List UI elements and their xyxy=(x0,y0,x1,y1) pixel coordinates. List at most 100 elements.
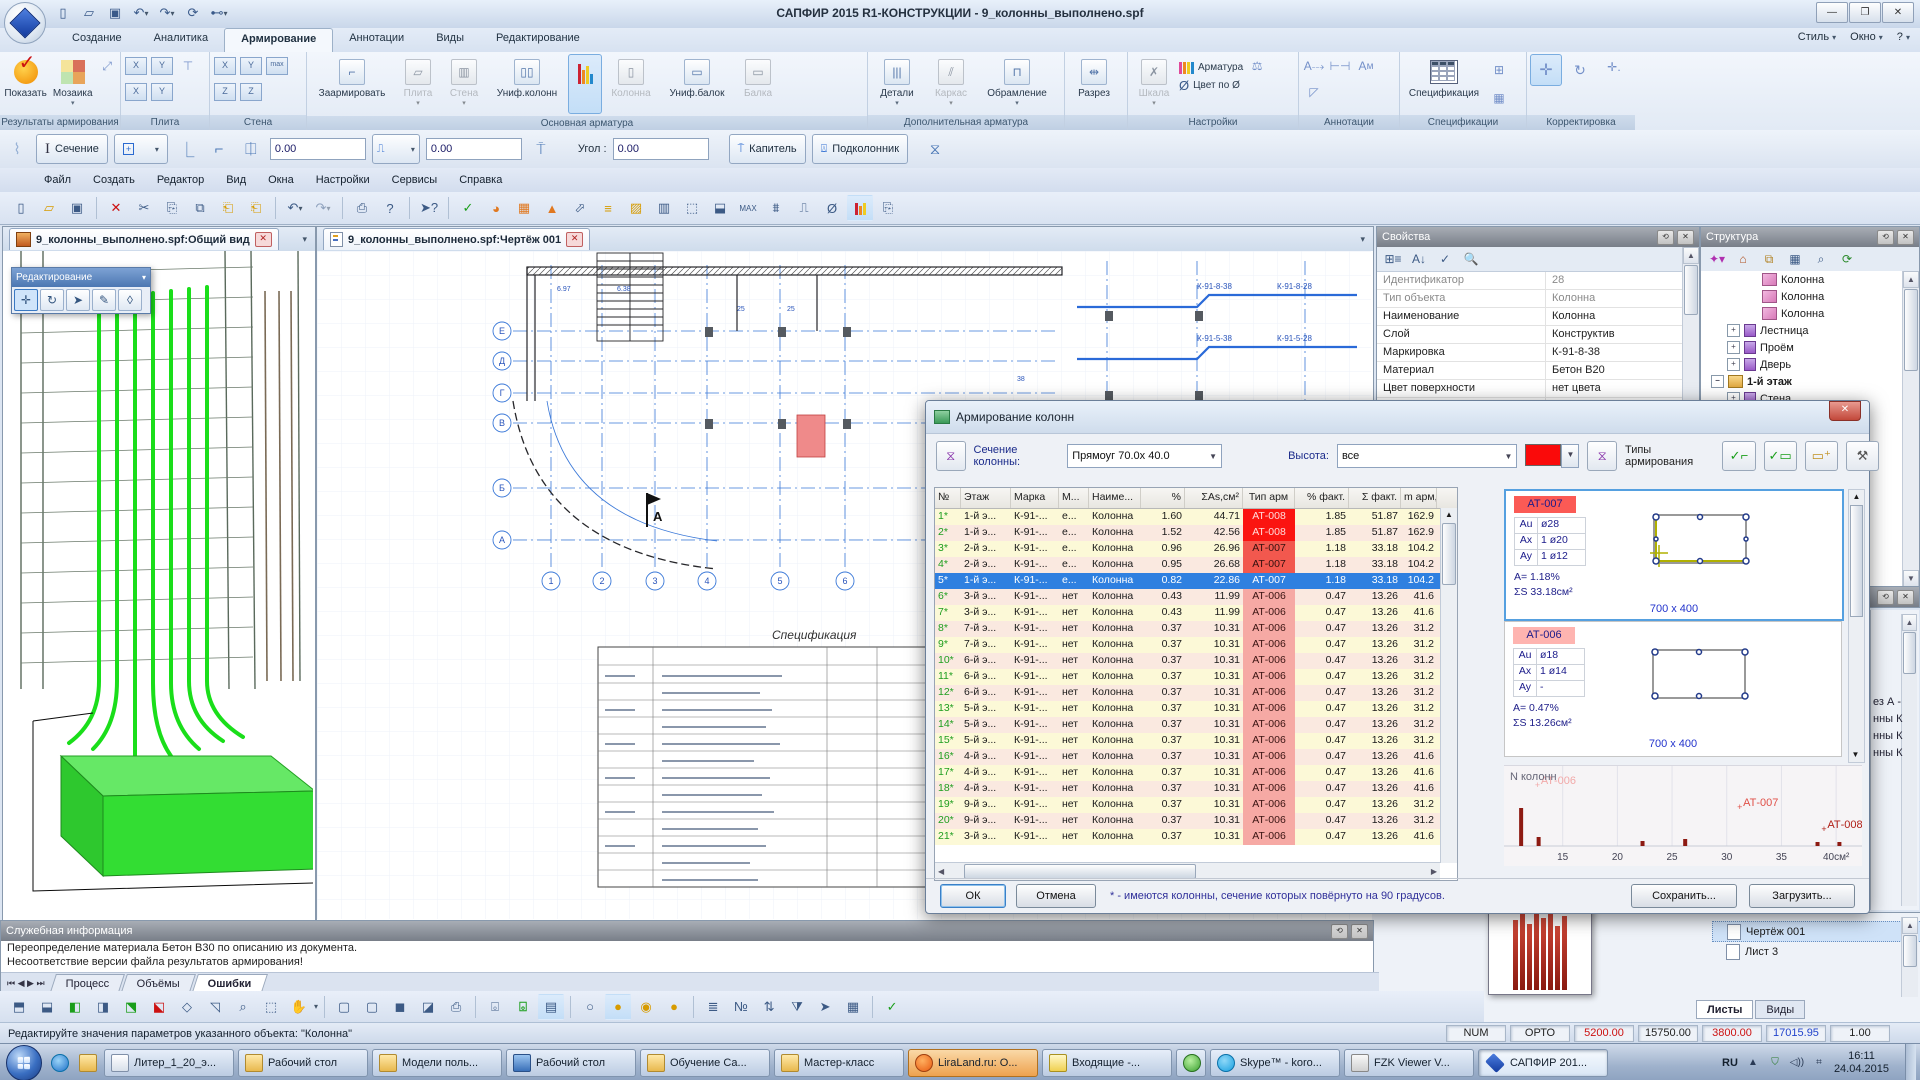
list-icon[interactable]: ≡ xyxy=(595,195,621,221)
property-row[interactable]: Слой Конструктив xyxy=(1377,326,1699,344)
table-row[interactable]: 15*5-й э... К-91-...нет Колонна0.37 10.3… xyxy=(935,733,1457,749)
view-bottom-icon[interactable]: ⬕ xyxy=(146,994,172,1020)
view-3d-tab[interactable]: 9_колонны_выполнено.spf:Общий вид ✕ xyxy=(9,228,279,250)
sheets-scrollbar[interactable]: ▲ xyxy=(1901,917,1918,997)
status-cell[interactable]: 15750.00 xyxy=(1638,1025,1698,1042)
slab-x2-icon[interactable]: X xyxy=(124,80,148,104)
dots-area-icon[interactable]: ⬚ xyxy=(679,195,705,221)
table-row[interactable]: 16*4-й э... К-91-...нет Колонна0.37 10.3… xyxy=(935,749,1457,765)
open-doc-icon[interactable]: ▱ xyxy=(36,195,62,221)
filter-diamond-icon[interactable]: ✦▾ xyxy=(1707,250,1727,268)
close-button[interactable]: ✕ xyxy=(1882,2,1914,23)
ribbon-tab[interactable]: Виды xyxy=(420,28,480,52)
status-cell[interactable]: 17015.95 xyxy=(1766,1025,1826,1042)
table-row[interactable]: 5*1-й э... К-91-...е... Колонна0.82 22.8… xyxy=(935,573,1457,589)
capital-button[interactable]: ⍑Капитель xyxy=(729,134,806,164)
dialog-close-button[interactable]: ✕ xyxy=(1829,401,1861,421)
view-left-icon[interactable]: ◧ xyxy=(62,994,88,1020)
sheet-2-icon[interactable]: ⎘ xyxy=(875,195,901,221)
ribbon-menu-item[interactable]: Окно ▾ xyxy=(1850,31,1883,43)
sheet-item[interactable]: Чертёж 001 xyxy=(1712,921,1920,942)
add-type-button[interactable]: ▭⁺ xyxy=(1805,441,1838,471)
balance-icon[interactable]: ⚖ xyxy=(1245,54,1269,78)
corner-turn-icon[interactable]: ⌐ xyxy=(206,135,232,163)
property-row[interactable]: Материал Бетон В20 xyxy=(1377,362,1699,380)
ribbon-tab[interactable]: Редактирование xyxy=(480,28,596,52)
taskbar-button[interactable]: Входящие -... xyxy=(1042,1049,1172,1077)
language-indicator[interactable]: RU xyxy=(1722,1057,1738,1069)
apply-type-button[interactable]: ✓▭ xyxy=(1764,441,1797,471)
slab-x-icon[interactable]: X xyxy=(124,54,148,78)
palette-pin-icon[interactable]: ▾ xyxy=(142,273,146,282)
unified-columns-button[interactable]: ▯▯Униф.колонн xyxy=(488,54,566,112)
structure-scrollbar[interactable]: ▲ ▼ xyxy=(1902,271,1919,587)
ok-button[interactable]: ОК xyxy=(940,884,1006,908)
move-node-button[interactable]: ✛. xyxy=(1598,54,1630,80)
view-front-icon[interactable]: ⬒ xyxy=(6,994,32,1020)
volume-icon[interactable]: ◁)) xyxy=(1790,1056,1804,1070)
type-settings-button[interactable]: ⚒ xyxy=(1846,441,1879,471)
tree-item[interactable]: − 1-й этаж xyxy=(1701,373,1903,390)
sheet-grid-icon[interactable]: ▦ xyxy=(1487,86,1511,110)
views-scrollbar[interactable]: ▲ xyxy=(1901,614,1917,906)
wall-grid-icon[interactable]: ▥ xyxy=(651,195,677,221)
start-button[interactable] xyxy=(6,1045,42,1080)
view-item-fragment[interactable]: ез А - xyxy=(1873,696,1903,713)
load-button[interactable]: Загрузить... xyxy=(1749,884,1855,908)
menu-item[interactable]: Создать xyxy=(83,171,145,189)
table-row[interactable]: 18*4-й э... К-91-...нет Колонна0.37 10.3… xyxy=(935,781,1457,797)
section-cut-button[interactable]: ⇹Разрез xyxy=(1068,54,1120,112)
section-tool-icon[interactable]: ⌇ xyxy=(4,135,30,163)
sheets-tab[interactable]: Листы xyxy=(1696,1000,1753,1019)
bulb-single-icon[interactable]: ● xyxy=(661,994,687,1020)
mosaic-button[interactable]: Мозаика▾ xyxy=(50,54,95,112)
sheet-item[interactable]: Лист 3 xyxy=(1712,942,1920,961)
status-cell[interactable]: 3800.00 xyxy=(1702,1025,1762,1042)
tab-close-icon[interactable]: ✕ xyxy=(255,232,272,247)
check-types-button[interactable]: ✓⌐ xyxy=(1722,441,1755,471)
slab-reinforce-button[interactable]: ▱Плита▾ xyxy=(396,54,440,112)
capital-icon[interactable]: ⊤ xyxy=(176,54,200,78)
sheet-icon[interactable]: ⬓ xyxy=(707,195,733,221)
offset-field-1[interactable]: 0.00 xyxy=(270,138,366,160)
display-render-icon[interactable]: ◪ xyxy=(415,994,441,1020)
service-tab[interactable]: Объёмы xyxy=(121,974,196,992)
table-row[interactable]: 21*3-й э... К-91-...нет Колонна0.37 10.3… xyxy=(935,829,1457,845)
insert-mode-combo[interactable]: +▾ xyxy=(114,134,168,164)
app-menu-button[interactable] xyxy=(4,2,46,44)
menu-item[interactable]: Вид xyxy=(216,171,256,189)
property-row[interactable]: Наименование Колонна xyxy=(1377,308,1699,326)
show-desktop-button[interactable] xyxy=(1905,1044,1916,1080)
column-bars-toggle[interactable] xyxy=(568,54,602,114)
tab-list-chevron-icon[interactable]: ▾ xyxy=(1360,234,1365,245)
view-3d-canvas[interactable] xyxy=(3,251,315,921)
funnel-icon[interactable]: ⧖ xyxy=(922,135,948,163)
bulb-on-icon[interactable]: ● xyxy=(605,994,631,1020)
table-row[interactable]: 7*3-й э... К-91-...нет Колонна0.43 11.99… xyxy=(935,605,1457,621)
view-back-icon[interactable]: ⬓ xyxy=(34,994,60,1020)
numbered-list-icon[interactable]: № xyxy=(728,994,754,1020)
network-icon[interactable]: ⌗ xyxy=(1812,1056,1826,1070)
table-row[interactable]: 6*3-й э... К-91-...нет Колонна0.43 11.99… xyxy=(935,589,1457,605)
reinforce-button[interactable]: ⌐Заармировать xyxy=(310,54,394,112)
unified-beams-button[interactable]: ▭Униф.балок xyxy=(660,54,734,112)
shield-icon[interactable]: ⛉ xyxy=(1768,1056,1782,1070)
tree-item[interactable]: + Лестница xyxy=(1701,322,1903,339)
cards-scrollbar[interactable]: ▲▼ xyxy=(1848,489,1865,763)
apply-check-icon[interactable]: ✓ xyxy=(1435,250,1455,268)
view-item-fragment[interactable]: нны К xyxy=(1873,713,1903,730)
table-row[interactable]: 2*1-й э... К-91-...е... Колонна1.52 42.5… xyxy=(935,525,1457,541)
dim-a-icon[interactable]: A⤏ xyxy=(1302,54,1326,78)
property-row[interactable]: Маркировка К-91-8-38 xyxy=(1377,344,1699,362)
copy-special-icon[interactable]: ⧉ xyxy=(187,195,213,221)
status-cell[interactable]: 1.00 xyxy=(1830,1025,1890,1042)
palette-eraser-tool[interactable]: ◊ xyxy=(118,289,142,311)
bulb-off-icon[interactable]: ○ xyxy=(577,994,603,1020)
table-row[interactable]: 20*9-й э... К-91-...нет Колонна0.37 10.3… xyxy=(935,813,1457,829)
offset-box-icon[interactable]: ⎅ xyxy=(238,135,264,163)
sort-az-icon[interactable]: A↓ xyxy=(1409,250,1429,268)
service-tab[interactable]: Процесс xyxy=(50,974,125,992)
book-open-icon[interactable]: ⌻ xyxy=(482,994,508,1020)
wall-z1-icon[interactable]: Z xyxy=(213,80,237,104)
cut-icon[interactable]: ✂ xyxy=(131,195,157,221)
